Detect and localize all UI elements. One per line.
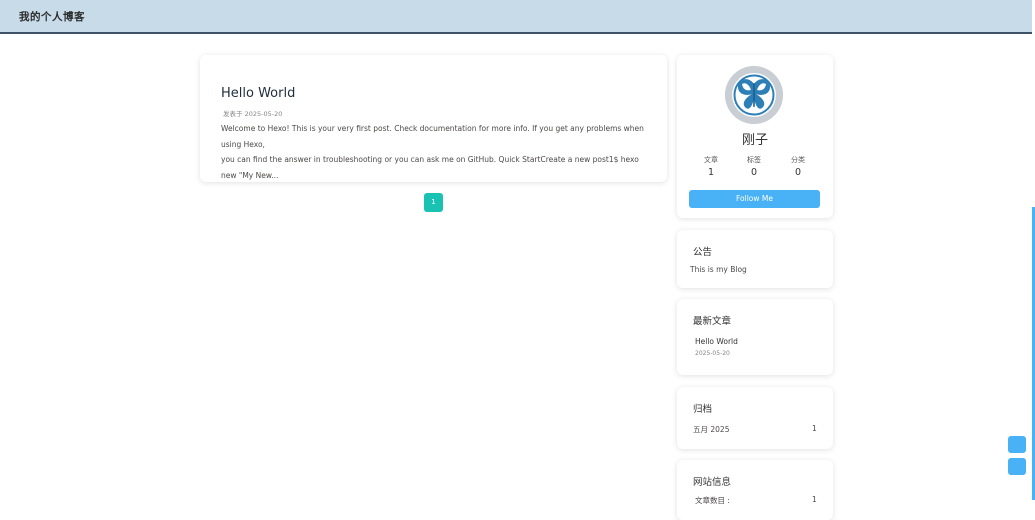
archive-item-label[interactable]: 五月 2025 [693, 424, 729, 435]
stat-value: 0 [794, 167, 802, 178]
rightside-settings-button[interactable] [1008, 436, 1026, 453]
post-excerpt: Welcome to Hexo! This is your very first… [221, 121, 649, 183]
stat-value: 1 [707, 167, 715, 178]
rightside-back-to-top-button[interactable] [1008, 458, 1026, 475]
announcement-card [677, 230, 833, 288]
site-info-row-label: 文章数目 : [695, 496, 730, 505]
post-title[interactable]: Hello World [221, 86, 295, 101]
stat-articles[interactable]: 文章 1 [691, 155, 731, 178]
stat-label: 分类 [791, 156, 805, 164]
site-info-card [677, 460, 833, 520]
recent-post-title[interactable]: Hello World [695, 337, 738, 346]
site-title[interactable]: 我的个人博客 [19, 9, 85, 24]
stat-label: 标签 [747, 156, 761, 164]
avatar[interactable] [725, 66, 783, 124]
post-excerpt-line: you can find the answer in troubleshooti… [221, 155, 639, 180]
author-name: 刚子 [741, 133, 768, 148]
stat-tags[interactable]: 标签 0 [734, 155, 774, 178]
archive-item-count: 1 [812, 424, 817, 433]
pagination-page-current[interactable]: 1 [424, 193, 443, 212]
stat-label: 文章 [704, 156, 718, 164]
post-excerpt-line: Welcome to Hexo! This is your very first… [221, 124, 644, 149]
stat-value: 0 [750, 167, 758, 178]
archive-card [677, 387, 833, 449]
top-header: 我的个人博客 [0, 0, 1032, 34]
archive-title: 归档 [693, 404, 713, 415]
stat-categories[interactable]: 分类 0 [778, 155, 818, 178]
announcement-text: This is my Blog [690, 265, 747, 274]
recent-post-date: 2025-05-20 [695, 350, 730, 357]
follow-me-button[interactable]: Follow Me [689, 190, 820, 208]
site-info-title: 网站信息 [693, 477, 732, 488]
butterfly-icon [725, 66, 783, 124]
post-meta: 发表于 2025-05-20 [223, 110, 283, 118]
recent-posts-title: 最新文章 [693, 316, 732, 327]
announcement-title: 公告 [693, 247, 713, 258]
